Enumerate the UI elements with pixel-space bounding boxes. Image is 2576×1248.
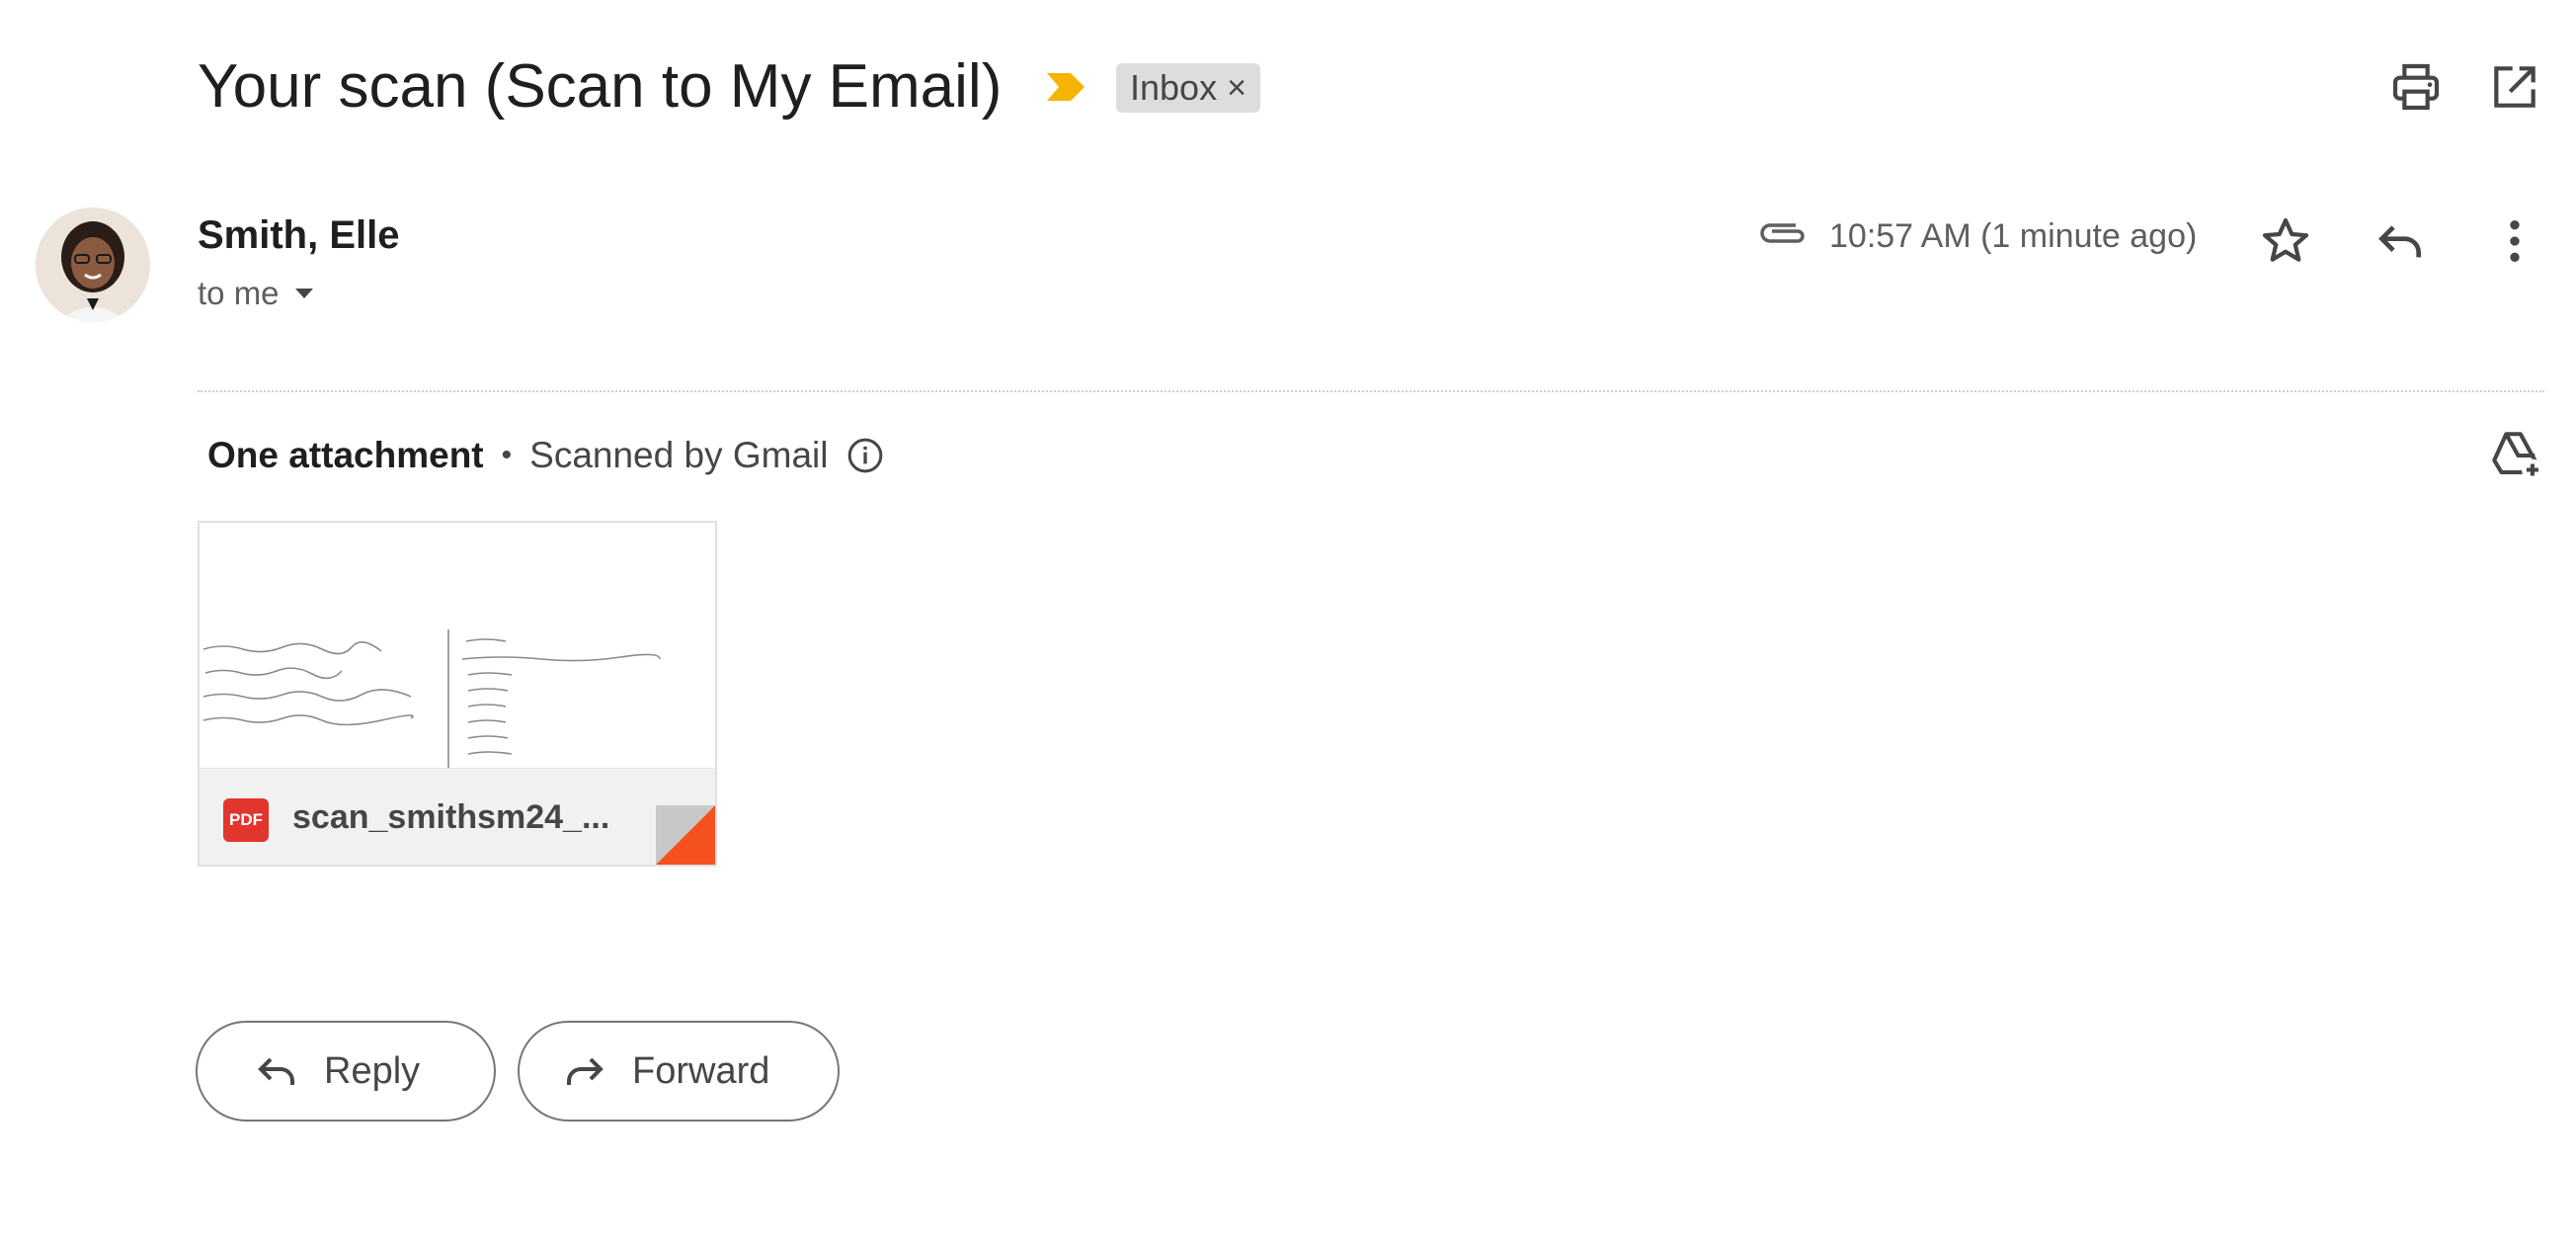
pdf-file-icon: PDF	[223, 798, 269, 842]
importance-marker-icon[interactable]	[1045, 71, 1087, 103]
inbox-label-chip: Inbox ×	[1116, 63, 1260, 113]
attachment-preview-thumbnail	[200, 523, 715, 768]
label-text: Inbox	[1130, 67, 1218, 108]
attachment-count: One attachment	[207, 435, 484, 475]
recipient-text: to me	[198, 275, 280, 311]
sender-avatar[interactable]	[36, 208, 150, 322]
forward-icon	[567, 1057, 604, 1085]
chevron-down-icon	[294, 289, 313, 298]
remove-label-button[interactable]: ×	[1227, 69, 1247, 108]
open-in-new-window-icon[interactable]	[2487, 59, 2542, 115]
avatar-photo	[36, 208, 150, 322]
attachment-file-name[interactable]: scan_smithsm24_...	[292, 798, 609, 837]
page-fold-corner-icon	[656, 805, 715, 865]
reply-icon[interactable]	[2373, 213, 2428, 269]
attachments-heading: One attachment • Scanned by Gmail	[207, 435, 885, 476]
separator-dot: •	[501, 439, 513, 471]
sender-name[interactable]: Smith, Elle	[198, 213, 400, 258]
attachment-clip-icon	[1760, 223, 1805, 243]
recipient-details-toggle[interactable]: to me	[198, 275, 315, 312]
star-icon[interactable]	[2258, 213, 2313, 269]
email-view: Your scan (Scan to My Email) Inbox × Smi…	[0, 0, 2576, 1248]
message-divider	[198, 390, 2544, 392]
reply-icon	[258, 1057, 294, 1085]
add-to-drive-icon[interactable]	[2487, 427, 2544, 484]
info-icon[interactable]	[845, 436, 885, 475]
more-vert-icon[interactable]	[2487, 213, 2542, 269]
forward-button[interactable]: Forward	[518, 1021, 840, 1122]
reply-button[interactable]: Reply	[196, 1021, 496, 1122]
print-icon[interactable]	[2388, 59, 2444, 115]
forward-button-label: Forward	[632, 1049, 770, 1092]
email-subject: Your scan (Scan to My Email)	[198, 52, 1003, 121]
attachment-card[interactable]: PDF scan_smithsm24_...	[198, 521, 717, 867]
message-timestamp: 10:57 AM (1 minute ago)	[1829, 217, 2198, 255]
scanned-by-gmail-text: Scanned by Gmail	[529, 435, 829, 475]
reply-button-label: Reply	[324, 1049, 421, 1092]
